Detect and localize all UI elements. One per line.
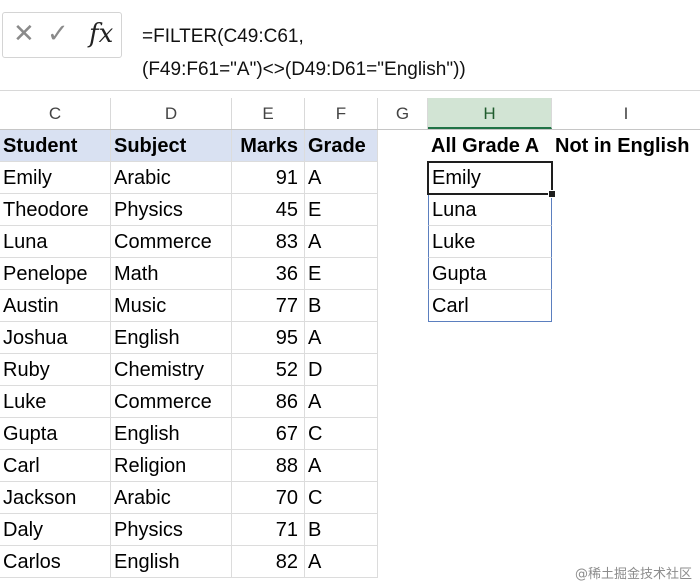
table-cell[interactable]: 95 <box>232 322 305 354</box>
table-header-cell[interactable]: Marks <box>232 130 305 162</box>
table-cell[interactable]: A <box>305 162 378 194</box>
table-cell[interactable]: Arabic <box>111 482 232 514</box>
table-cell[interactable]: 82 <box>232 546 305 578</box>
table-cell[interactable]: English <box>111 418 232 450</box>
table-cell[interactable]: 83 <box>232 226 305 258</box>
table-cell[interactable]: Austin <box>0 290 111 322</box>
table-cell[interactable]: Jackson <box>0 482 111 514</box>
table-cell[interactable]: Music <box>111 290 232 322</box>
table-cell[interactable]: 71 <box>232 514 305 546</box>
table-cell[interactable]: English <box>111 322 232 354</box>
column-header-i[interactable]: I <box>552 98 700 129</box>
table-cell[interactable]: A <box>305 546 378 578</box>
table-cell[interactable]: Carlos <box>0 546 111 578</box>
formula-line-2: (F49:F61="A")<>(D49:D61="English")) <box>142 59 466 80</box>
column-header-d[interactable]: D <box>111 98 232 129</box>
table-cell[interactable]: A <box>305 226 378 258</box>
formula-bar: ✕ ✓ fx =FILTER(C49:C61, (F49:F61="A")<>(… <box>0 0 700 92</box>
cancel-icon[interactable]: ✕ <box>13 19 35 49</box>
table-cell[interactable]: B <box>305 514 378 546</box>
table-cell[interactable]: Gupta <box>0 418 111 450</box>
table-cell[interactable]: Physics <box>111 194 232 226</box>
column-header-h[interactable]: H <box>428 98 552 129</box>
table-cell[interactable]: Physics <box>111 514 232 546</box>
table-cell[interactable]: 67 <box>232 418 305 450</box>
table-cell[interactable]: Daly <box>0 514 111 546</box>
table-cell[interactable]: Carl <box>0 450 111 482</box>
table-cell[interactable]: B <box>305 290 378 322</box>
table-cell[interactable]: Luke <box>0 386 111 418</box>
result-cell[interactable]: Emily <box>428 162 552 194</box>
table-cell[interactable]: Math <box>111 258 232 290</box>
enter-check-icon[interactable]: ✓ <box>47 19 69 49</box>
table-cell[interactable]: A <box>305 322 378 354</box>
result-cell[interactable]: Gupta <box>428 258 552 290</box>
table-header-cell[interactable]: Student <box>0 130 111 162</box>
table-cell[interactable]: Emily <box>0 162 111 194</box>
table-cell[interactable]: Religion <box>111 450 232 482</box>
insert-function-icon[interactable]: fx <box>89 19 113 49</box>
result-cell[interactable]: Luna <box>428 194 552 226</box>
table-cell[interactable]: A <box>305 450 378 482</box>
table-header-cell[interactable]: Subject <box>111 130 232 162</box>
table-cell[interactable]: 45 <box>232 194 305 226</box>
table-cell[interactable]: 88 <box>232 450 305 482</box>
result-header-i[interactable]: Not in English <box>552 130 700 162</box>
table-cell[interactable]: English <box>111 546 232 578</box>
table-cell[interactable]: D <box>305 354 378 386</box>
table-header-cell[interactable]: Grade <box>305 130 378 162</box>
column-header-f[interactable]: F <box>305 98 378 129</box>
table-cell[interactable]: Commerce <box>111 386 232 418</box>
table-cell[interactable]: Chemistry <box>111 354 232 386</box>
table-cell[interactable]: E <box>305 258 378 290</box>
column-header-e[interactable]: E <box>232 98 305 129</box>
table-cell[interactable]: Arabic <box>111 162 232 194</box>
table-cell[interactable]: Luna <box>0 226 111 258</box>
watermark: @稀土掘金技术社区 <box>574 567 692 582</box>
formula-bar-divider <box>0 90 700 91</box>
table-cell[interactable]: 77 <box>232 290 305 322</box>
table-cell[interactable]: Penelope <box>0 258 111 290</box>
formula-line-1: =FILTER(C49:C61, <box>142 26 304 47</box>
table-cell[interactable]: C <box>305 418 378 450</box>
table-cell[interactable]: 52 <box>232 354 305 386</box>
table-cell[interactable]: 86 <box>232 386 305 418</box>
table-cell[interactable]: Ruby <box>0 354 111 386</box>
formula-controls: ✕ ✓ fx <box>2 12 122 58</box>
table-cell[interactable]: C <box>305 482 378 514</box>
table-cell[interactable]: 36 <box>232 258 305 290</box>
formula-input[interactable]: =FILTER(C49:C61, (F49:F61="A")<>(D49:D61… <box>142 20 692 86</box>
table-cell[interactable]: 91 <box>232 162 305 194</box>
result-cell[interactable]: Carl <box>428 290 552 322</box>
result-cell[interactable]: Luke <box>428 226 552 258</box>
column-header-g[interactable]: G <box>378 98 428 129</box>
table-cell[interactable]: Theodore <box>0 194 111 226</box>
column-headers: C D E F G H I <box>0 98 700 130</box>
table-cell[interactable]: Joshua <box>0 322 111 354</box>
table-cell[interactable]: Commerce <box>111 226 232 258</box>
result-header-h[interactable]: All Grade A <box>428 130 552 162</box>
table-cell[interactable]: A <box>305 386 378 418</box>
column-header-c[interactable]: C <box>0 98 111 129</box>
table-cell[interactable]: E <box>305 194 378 226</box>
table-cell[interactable]: 70 <box>232 482 305 514</box>
fill-handle[interactable] <box>548 190 556 198</box>
